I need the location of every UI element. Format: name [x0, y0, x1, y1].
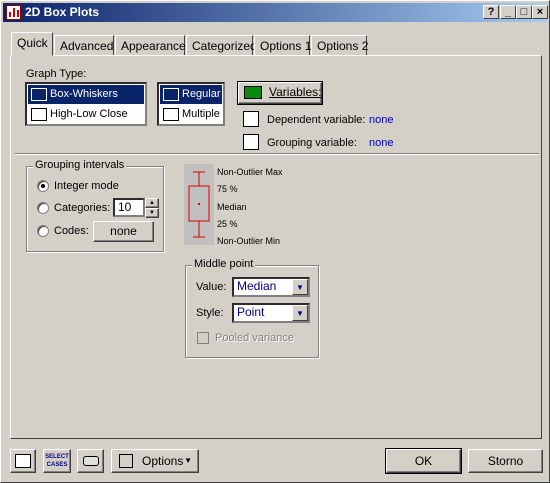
chart-graph-button[interactable]: [10, 449, 36, 473]
help-button[interactable]: ?: [483, 5, 499, 19]
cancel-button[interactable]: Storno: [468, 449, 543, 473]
integer-mode-label[interactable]: Integer mode: [54, 180, 119, 192]
value-label: Value:: [196, 281, 227, 293]
close-button[interactable]: ×: [532, 5, 548, 19]
legend-non-outlier-min: Non-Outlier Min: [217, 236, 281, 246]
print-button[interactable]: [77, 449, 104, 473]
dependent-variable-icon: [243, 111, 259, 127]
style-label: Style:: [196, 307, 224, 319]
legend-median: Median: [217, 202, 247, 212]
chevron-down-icon[interactable]: ▼: [292, 279, 308, 295]
pooled-variance-label: Pooled variance: [215, 332, 294, 344]
graph-type-label: Graph Type:: [26, 68, 87, 80]
middle-point-group: Middle point Value: Median ▼ Style: Poin…: [185, 258, 319, 358]
legend-25-percent: 25 %: [217, 219, 238, 229]
tab-appearance[interactable]: Appearance: [115, 35, 186, 55]
dependent-variable-value[interactable]: none: [369, 114, 393, 126]
grouping-variable-icon: [243, 134, 259, 150]
variables-icon: [244, 86, 262, 99]
codes-button[interactable]: none: [93, 221, 154, 242]
list-item-regular[interactable]: Regular: [160, 85, 222, 104]
chart-graph-icon: [15, 454, 31, 468]
categories-radio[interactable]: [37, 202, 49, 214]
grouping-variable-value[interactable]: none: [369, 137, 393, 149]
chevron-down-icon[interactable]: ▼: [292, 305, 308, 321]
grouping-intervals-group: Grouping intervals Integer mode Categori…: [26, 159, 164, 252]
grouping-intervals-title: Grouping intervals: [33, 159, 127, 171]
categories-up-button[interactable]: ▲: [145, 198, 159, 208]
options-button[interactable]: Options ▼: [111, 449, 199, 473]
box-plot-diagram: [184, 164, 214, 245]
style-select[interactable]: Point ▼: [232, 303, 310, 323]
title-bar[interactable]: 2D Box Plots ? _ □ ×: [3, 3, 548, 22]
value-select[interactable]: Median ▼: [232, 277, 310, 297]
select-cases-icon: SELECT CASES: [45, 454, 69, 468]
select-cases-button[interactable]: SELECT CASES: [43, 449, 71, 473]
maximize-button[interactable]: □: [516, 5, 532, 19]
graph-mode-list[interactable]: Regular Multiple: [157, 82, 225, 126]
categories-input[interactable]: 10: [113, 198, 145, 217]
high-low-close-icon: [31, 108, 47, 121]
legend-non-outlier-max: Non-Outlier Max: [217, 167, 283, 177]
categories-label[interactable]: Categories:: [54, 202, 110, 214]
list-item-box-whiskers[interactable]: Box-Whiskers: [28, 85, 144, 104]
grouping-variable-label: Grouping variable:: [267, 137, 357, 149]
pooled-variance-checkbox[interactable]: [197, 332, 209, 344]
dialog-window: 2D Box Plots ? _ □ × Quick Advanced Appe…: [0, 0, 550, 483]
options-brush-icon: [119, 454, 133, 468]
dependent-variable-label: Dependent variable:: [267, 114, 366, 126]
tab-quick[interactable]: Quick: [11, 32, 53, 56]
list-item-multiple[interactable]: Multiple: [160, 105, 222, 124]
ok-button[interactable]: OK: [385, 448, 462, 474]
middle-point-title: Middle point: [192, 258, 256, 270]
codes-radio[interactable]: [37, 225, 49, 237]
multiple-mode-icon: [163, 108, 179, 121]
window-title: 2D Box Plots: [25, 5, 100, 19]
tab-advanced[interactable]: Advanced: [54, 35, 114, 55]
app-chart-icon: [6, 5, 21, 20]
categories-down-button[interactable]: ▼: [145, 208, 159, 218]
regular-mode-icon: [163, 88, 179, 101]
variables-button[interactable]: Variables:: [237, 81, 323, 105]
tab-categorized[interactable]: Categorized: [186, 35, 257, 55]
box-whiskers-icon: [31, 88, 47, 101]
graph-type-list[interactable]: Box-Whiskers High-Low Close: [25, 82, 147, 126]
list-item-high-low-close[interactable]: High-Low Close: [28, 105, 144, 124]
quick-tab-panel: Graph Type: Box-Whiskers High-Low Close …: [10, 55, 542, 439]
printer-icon: [83, 456, 99, 466]
chevron-down-icon: ▼: [184, 456, 192, 465]
codes-label[interactable]: Codes:: [54, 225, 89, 237]
legend-75-percent: 75 %: [217, 184, 238, 194]
integer-mode-radio[interactable]: [37, 180, 49, 192]
separator: [15, 153, 539, 155]
minimize-button[interactable]: _: [500, 5, 516, 19]
tab-options-1[interactable]: Options 1: [254, 35, 311, 55]
tab-options-2[interactable]: Options 2: [311, 35, 368, 55]
